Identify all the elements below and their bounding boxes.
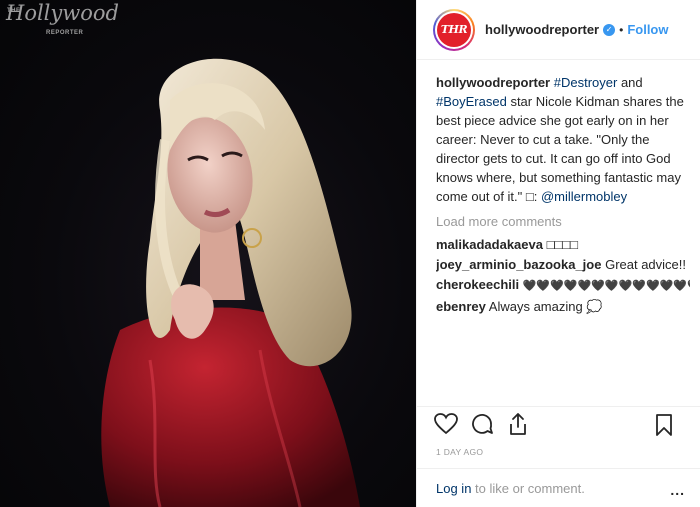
avatar[interactable]: THR bbox=[433, 8, 475, 51]
follow-button[interactable]: Follow bbox=[627, 22, 668, 37]
comment-username[interactable]: joey_arminio_bazooka_joe bbox=[436, 257, 601, 272]
thr-logo: THR bbox=[437, 12, 471, 47]
comment-text: Great advice!! bbox=[605, 257, 687, 272]
comment-text: 🖤🖤🖤🖤🖤🖤🖤🖤🖤🖤🖤🖤🖤 bbox=[522, 280, 690, 292]
bookmark-icon[interactable] bbox=[651, 412, 677, 438]
verified-icon: ✓ bbox=[603, 23, 616, 36]
portrait-illustration bbox=[101, 58, 361, 507]
comment-item: joey_arminio_bazooka_joe Great advice!! bbox=[436, 255, 690, 274]
post-date[interactable]: 1 DAY AGO bbox=[436, 447, 483, 457]
caption-username[interactable]: hollywoodreporter bbox=[436, 75, 550, 90]
hashtag-boyerased[interactable]: #BoyErased bbox=[436, 94, 507, 109]
post-side-panel: THR hollywoodreporter ✓ • Follow hollywo… bbox=[416, 0, 700, 507]
login-link[interactable]: Log in bbox=[436, 481, 471, 496]
comment-username[interactable]: ebenrey bbox=[436, 299, 486, 314]
more-options-icon[interactable]: ... bbox=[670, 482, 685, 498]
load-more-comments[interactable]: Load more comments bbox=[436, 212, 690, 231]
action-bar bbox=[417, 406, 700, 440]
login-footer: Log in to like or comment. ... bbox=[417, 468, 700, 507]
comment-icon[interactable] bbox=[469, 411, 495, 437]
hashtag-destroyer[interactable]: #Destroyer bbox=[554, 75, 618, 90]
comment-item: malikadadakaeva □□□□ bbox=[436, 235, 690, 254]
caption-text: star Nicole Kidman shares the best piece… bbox=[436, 94, 684, 204]
share-icon[interactable] bbox=[505, 411, 531, 437]
hollywood-reporter-watermark: THE Hollywood REPORTER bbox=[6, 1, 119, 36]
post-photo[interactable]: THE Hollywood REPORTER bbox=[0, 0, 416, 507]
comment-item: ebenrey Always amazing 💭 bbox=[436, 297, 690, 316]
heart-icon[interactable] bbox=[433, 411, 459, 437]
post-header: THR hollywoodreporter ✓ • Follow bbox=[417, 0, 700, 60]
header-username[interactable]: hollywoodreporter bbox=[485, 22, 599, 37]
comment-username[interactable]: cherokeechili bbox=[436, 277, 519, 292]
comment-username[interactable]: malikadadakaeva bbox=[436, 237, 543, 252]
comment-item: cherokeechili 🖤🖤🖤🖤🖤🖤🖤🖤🖤🖤🖤🖤🖤 bbox=[436, 275, 690, 296]
comment-text: □□□□ bbox=[546, 237, 579, 252]
post-caption: hollywoodreporter #Destroyer and #BoyEra… bbox=[436, 75, 684, 204]
comments-section: hollywoodreporter #Destroyer and #BoyEra… bbox=[436, 73, 690, 317]
comment-text: Always amazing 💭 bbox=[488, 299, 603, 314]
mention-millermobley[interactable]: @millermobley bbox=[541, 189, 627, 204]
separator-dot: • bbox=[619, 22, 624, 37]
login-prompt-text: to like or comment. bbox=[471, 480, 585, 496]
